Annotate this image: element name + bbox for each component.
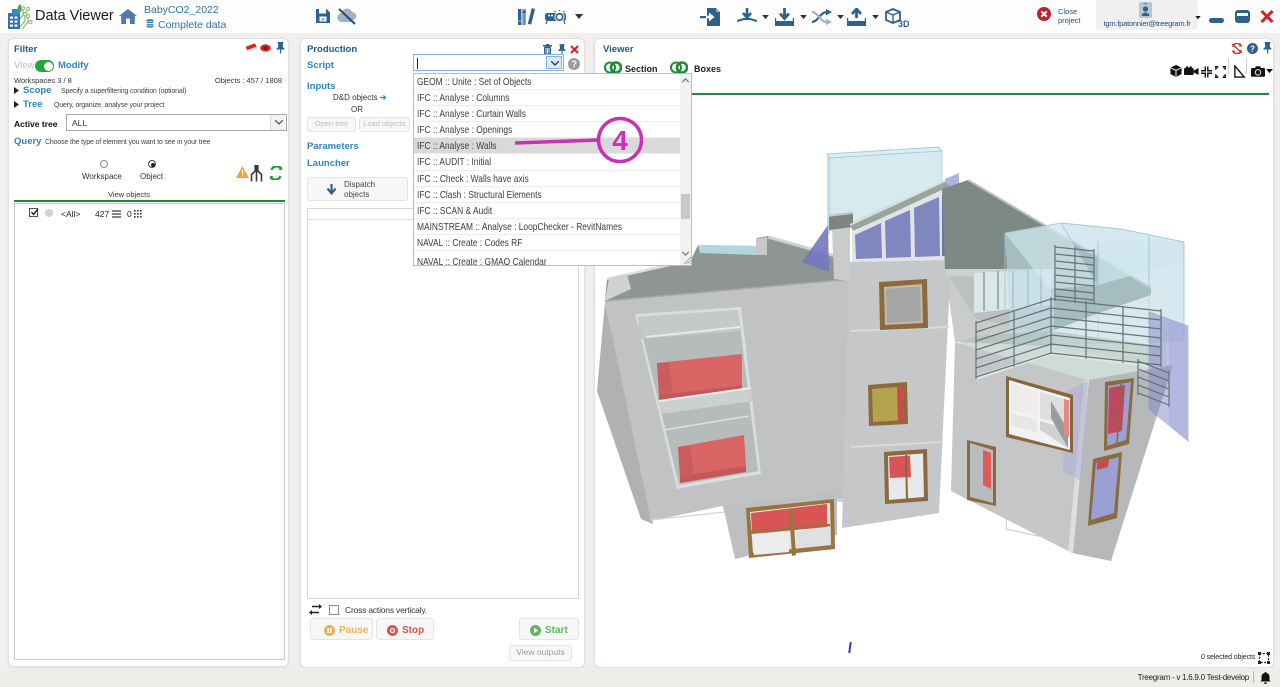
- svg-text:3D: 3D: [898, 19, 910, 28]
- svg-text:4: 4: [612, 125, 628, 156]
